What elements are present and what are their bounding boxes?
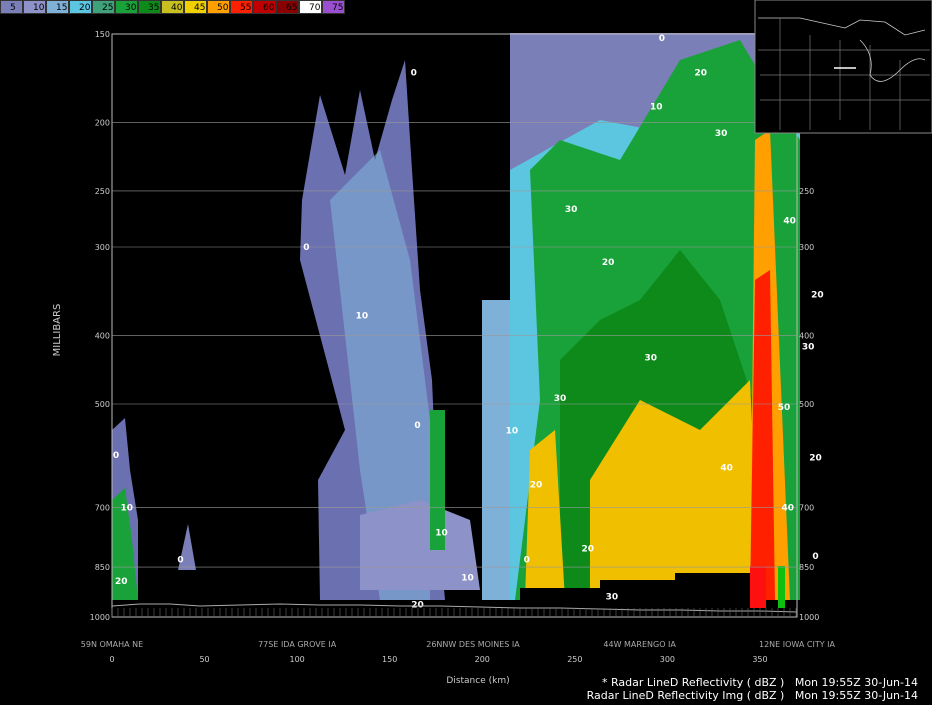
y-tick-label: 700: [95, 503, 110, 512]
y-tick-label-right: 400: [799, 331, 814, 340]
contour-label: 40: [783, 216, 796, 226]
contour-label: 30: [606, 592, 619, 602]
contour-label: 20: [602, 258, 615, 268]
contour-label: 20: [809, 453, 822, 463]
contour-label: 20: [811, 290, 824, 300]
footer-line-2: Radar LineD Reflectivity Img ( dBZ ) Mon…: [586, 689, 918, 702]
y-tick-label: 400: [95, 331, 110, 340]
contour-label: 10: [650, 103, 663, 113]
y-tick-label: 300: [95, 243, 110, 252]
y-tick-labels-left: 150 200 250 300 400 500 700 850 1000: [90, 30, 110, 622]
contour-label: 0: [659, 34, 665, 44]
contour-label: 10: [461, 574, 474, 584]
y-tick-label-right: 700: [799, 503, 814, 512]
location-label: 77SE IDA GROVE IA: [258, 640, 337, 649]
y-tick-labels-right: 2002503004005007008501000: [799, 118, 819, 622]
contour-label: 50: [778, 403, 791, 413]
location-labels: 59N OMAHA NE 77SE IDA GROVE IA 26NNW DES M…: [81, 640, 836, 649]
contour-label: 20: [411, 600, 424, 610]
y-tick-label-right: 500: [799, 400, 814, 409]
contour-label: 10: [356, 312, 369, 322]
contour-label: 40: [781, 503, 794, 513]
contour-label: 0: [303, 243, 309, 253]
contour-label: 10: [506, 426, 519, 436]
y-tick-label: 500: [95, 400, 110, 409]
x-axis-label: Distance (km): [446, 676, 509, 686]
y-tick-label: 250: [95, 187, 110, 196]
y-tick-label: 1000: [90, 613, 110, 622]
contour-label: 0: [177, 556, 183, 566]
y-tick-label-right: 250: [799, 187, 814, 196]
location-label: 44W MARENGO IA: [603, 640, 676, 649]
terrain-hatching: [111, 608, 797, 617]
x-tick-label: 200: [475, 655, 490, 664]
y-tick-label-right: 1000: [799, 613, 819, 622]
y-tick-label-right: 850: [799, 563, 814, 572]
contour-label: 20: [115, 577, 128, 587]
y-tick-label-right: 300: [799, 243, 814, 252]
reflectivity-field: [112, 33, 800, 608]
x-tick-labels: 0 50 100 150 200 250 300 350: [109, 655, 767, 664]
location-label: 26NNW DES MOINES IA: [426, 640, 520, 649]
contour-label: 0: [414, 421, 420, 431]
y-axis-label: MILLIBARS: [52, 304, 63, 357]
location-label: 59N OMAHA NE: [81, 640, 143, 649]
contour-label: 30: [565, 205, 578, 215]
inset-map: [754, 0, 932, 134]
footer-line-1: * Radar LineD Reflectivity ( dBZ ) Mon 1…: [602, 676, 918, 689]
location-label: 12NE IOWA CITY IA: [759, 640, 836, 649]
y-tick-label: 150: [95, 30, 110, 39]
x-tick-label: 250: [567, 655, 582, 664]
x-tick-label: 300: [660, 655, 675, 664]
x-tick-label: 150: [382, 655, 397, 664]
contour-label: 0: [812, 552, 818, 562]
x-tick-label: 50: [199, 655, 209, 664]
contour-label: 0: [113, 451, 119, 461]
contour-label: 30: [644, 354, 657, 364]
contour-label: 30: [715, 129, 728, 139]
contour-label: 0: [411, 68, 417, 78]
contour-label: 10: [121, 503, 134, 513]
contour-label: 30: [802, 343, 815, 353]
contour-label: 20: [530, 481, 543, 491]
contour-label: 30: [554, 394, 567, 404]
contour-label: 20: [694, 68, 707, 78]
contour-label: 10: [435, 529, 448, 539]
x-tick-label: 100: [289, 655, 304, 664]
y-tick-label: 850: [95, 563, 110, 572]
x-tick-label: 0: [109, 655, 114, 664]
y-tick-label: 200: [95, 118, 110, 127]
contour-label: 40: [720, 464, 733, 474]
x-tick-label: 350: [752, 655, 767, 664]
cross-section-chart: 1502002503004005007008501000 20025030040…: [52, 0, 932, 686]
contour-label: 0: [524, 556, 530, 566]
contour-label: 20: [582, 544, 595, 554]
